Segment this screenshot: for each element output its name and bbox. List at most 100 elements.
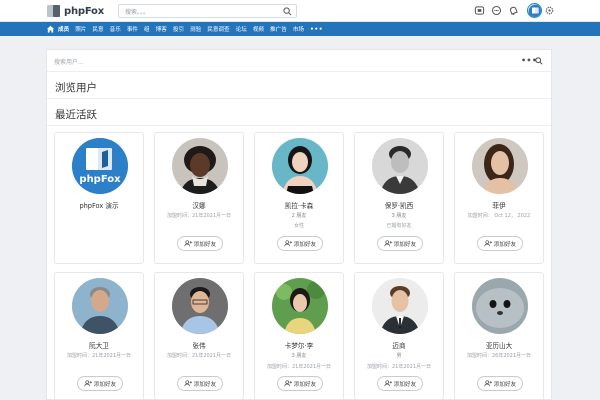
nav-item-ads[interactable]: 推广告 bbox=[270, 25, 287, 33]
add-friend-label: 添加好友 bbox=[393, 381, 417, 388]
member-join-date: 加盟时间：26年2021月一日 bbox=[466, 353, 532, 359]
search-placeholder: 搜索。。。 bbox=[125, 9, 150, 16]
add-friend-label: 添加好友 bbox=[293, 241, 317, 248]
add-friend-label: 添加好友 bbox=[193, 381, 217, 388]
member-name[interactable]: 迈商 bbox=[355, 340, 443, 350]
member-card[interactable]: 汉娜 加盟时间：21年2021月一日 添加好友 bbox=[154, 132, 244, 264]
nav-item-members[interactable]: 成员 bbox=[58, 25, 69, 33]
logo-mark-icon bbox=[47, 5, 61, 17]
chat-icon[interactable] bbox=[491, 5, 502, 16]
member-name[interactable]: 卡梦尔·李 bbox=[255, 340, 343, 350]
add-user-icon bbox=[384, 240, 392, 247]
member-card[interactable]: 亚历山大 加盟时间：26年2021月一日 添加好友 bbox=[454, 272, 544, 400]
member-name[interactable]: 阮大卫 bbox=[55, 340, 143, 350]
member-avatar[interactable] bbox=[372, 138, 428, 194]
add-user-icon bbox=[484, 240, 492, 247]
member-name[interactable]: phpFox 演示 bbox=[55, 200, 143, 210]
member-card[interactable]: 张伟 加盟时间：21年2021月一日 添加好友 bbox=[154, 272, 244, 400]
nav-item-photos[interactable]: 照片 bbox=[75, 25, 86, 33]
site-logo[interactable]: phpFox bbox=[47, 4, 104, 18]
nav-item-music[interactable]: 音乐 bbox=[110, 25, 121, 33]
member-join-date: 加盟时间：21年2021月一日 bbox=[66, 353, 132, 359]
member-card[interactable]: 阮大卫 加盟时间：21年2021月一日 添加好友 bbox=[54, 272, 144, 400]
nav-item-groups[interactable]: 组 bbox=[144, 25, 150, 33]
add-friend-button[interactable]: 添加好友 bbox=[77, 376, 123, 391]
add-friend-button[interactable]: 添加好友 bbox=[377, 376, 423, 391]
add-friend-label: 添加好友 bbox=[393, 241, 417, 248]
recently-active-title: 最近活跃 bbox=[55, 109, 97, 121]
search-input[interactable]: 搜索。。。 bbox=[118, 4, 297, 18]
member-avatar[interactable] bbox=[172, 278, 228, 334]
divider bbox=[47, 125, 551, 126]
member-avatar[interactable]: phpFox bbox=[72, 138, 128, 194]
add-friend-button[interactable]: 添加好友 bbox=[477, 376, 523, 391]
member-card[interactable]: phpFox phpFox 演示 bbox=[54, 132, 144, 264]
member-avatar[interactable] bbox=[272, 278, 328, 334]
member-card[interactable]: 卡梦尔·李 3 朋友 加盟时间：21年2021月一日 添加好友 bbox=[254, 272, 344, 400]
member-friend-count: 2 朋友 bbox=[291, 213, 307, 219]
search-icon[interactable] bbox=[535, 57, 543, 65]
add-user-icon bbox=[184, 240, 192, 247]
user-avatar[interactable] bbox=[527, 3, 542, 18]
browse-users-title: 浏览用户 bbox=[55, 82, 97, 94]
add-user-icon bbox=[384, 380, 392, 387]
nav-item-polls[interactable]: 民意 bbox=[92, 25, 103, 33]
main-nav: 成员 照片 民意 音乐 事件 组 博客 投引 测验 民意调查 论坛 视频 推广告… bbox=[0, 22, 600, 36]
member-join-date: 加盟时间：21年2021月一日 bbox=[166, 353, 232, 359]
member-name[interactable]: 保罗·凯西 bbox=[355, 200, 443, 210]
add-friend-button[interactable]: 添加好友 bbox=[477, 236, 523, 251]
add-friend-button[interactable]: 添加好友 bbox=[177, 376, 223, 391]
add-friend-label: 添加好友 bbox=[93, 381, 117, 388]
nav-item-quizzes[interactable]: 测验 bbox=[190, 25, 201, 33]
member-name[interactable]: 菲伊 bbox=[455, 200, 543, 210]
member-name[interactable]: 张伟 bbox=[155, 340, 243, 350]
member-card[interactable]: 凯拉·卡森 2 朋友 女性 添加好友 bbox=[254, 132, 344, 264]
member-search-input[interactable]: 搜索用户... bbox=[54, 57, 84, 66]
add-friend-label: 添加好友 bbox=[193, 241, 217, 248]
top-header: phpFox 搜索。。。 bbox=[0, 0, 600, 22]
nav-item-pages[interactable]: 投引 bbox=[173, 25, 184, 33]
nav-item-videos[interactable]: 视频 bbox=[253, 25, 264, 33]
apps-icon[interactable] bbox=[474, 5, 485, 16]
add-friend-label: 添加好友 bbox=[293, 381, 317, 388]
member-filter-bar: 搜索用户... ••• bbox=[47, 50, 551, 72]
add-user-icon bbox=[284, 240, 292, 247]
add-friend-button[interactable]: 添加好友 bbox=[277, 236, 323, 251]
member-join-date: 加盟时间：21年2021月一日 bbox=[166, 213, 232, 219]
add-friend-button[interactable]: 添加好友 bbox=[177, 236, 223, 251]
nav-item-forum[interactable]: 论坛 bbox=[236, 25, 247, 33]
member-avatar[interactable] bbox=[272, 138, 328, 194]
member-avatar[interactable] bbox=[372, 278, 428, 334]
member-avatar[interactable] bbox=[72, 278, 128, 334]
home-icon[interactable] bbox=[46, 25, 55, 33]
member-avatar[interactable] bbox=[472, 278, 528, 334]
member-gender: 男 bbox=[396, 353, 402, 359]
add-friend-label: 添加好友 bbox=[493, 381, 517, 388]
gear-icon[interactable] bbox=[545, 6, 554, 15]
bell-icon[interactable] bbox=[508, 5, 519, 16]
add-friend-label: 添加好友 bbox=[493, 241, 517, 248]
nav-item-blogs[interactable]: 博客 bbox=[156, 25, 167, 33]
member-friend-count: 3 朋友 bbox=[391, 213, 407, 219]
add-user-icon bbox=[284, 380, 292, 387]
add-friend-button[interactable]: 添加好友 bbox=[377, 236, 423, 251]
member-join-date: 加盟时间： Oct 12， 2022 bbox=[467, 213, 531, 219]
member-name[interactable]: 汉娜 bbox=[155, 200, 243, 210]
member-avatar[interactable] bbox=[172, 138, 228, 194]
nav-item-events[interactable]: 事件 bbox=[127, 25, 138, 33]
member-card[interactable]: 迈商 男 加盟时间：21年2021月一日 添加好友 bbox=[354, 272, 444, 400]
member-avatar[interactable] bbox=[472, 138, 528, 194]
member-card[interactable]: 保罗·凯西 3 朋友 已婚有好友 添加好友 bbox=[354, 132, 444, 264]
add-user-icon bbox=[184, 380, 192, 387]
add-friend-button[interactable]: 添加好友 bbox=[277, 376, 323, 391]
member-card[interactable]: 菲伊 加盟时间： Oct 12， 2022 添加好友 bbox=[454, 132, 544, 264]
member-name[interactable]: 亚历山大 bbox=[455, 340, 543, 350]
add-user-icon bbox=[84, 380, 92, 387]
divider bbox=[47, 98, 551, 99]
nav-more-button[interactable]: ••• bbox=[310, 26, 323, 33]
search-icon[interactable] bbox=[283, 7, 292, 16]
nav-item-marketplace[interactable]: 市场 bbox=[293, 25, 304, 33]
nav-item-surveys[interactable]: 民意调查 bbox=[207, 25, 229, 33]
member-name[interactable]: 凯拉·卡森 bbox=[255, 200, 343, 210]
member-join-date: 加盟时间：21年2021月一日 bbox=[366, 364, 432, 370]
